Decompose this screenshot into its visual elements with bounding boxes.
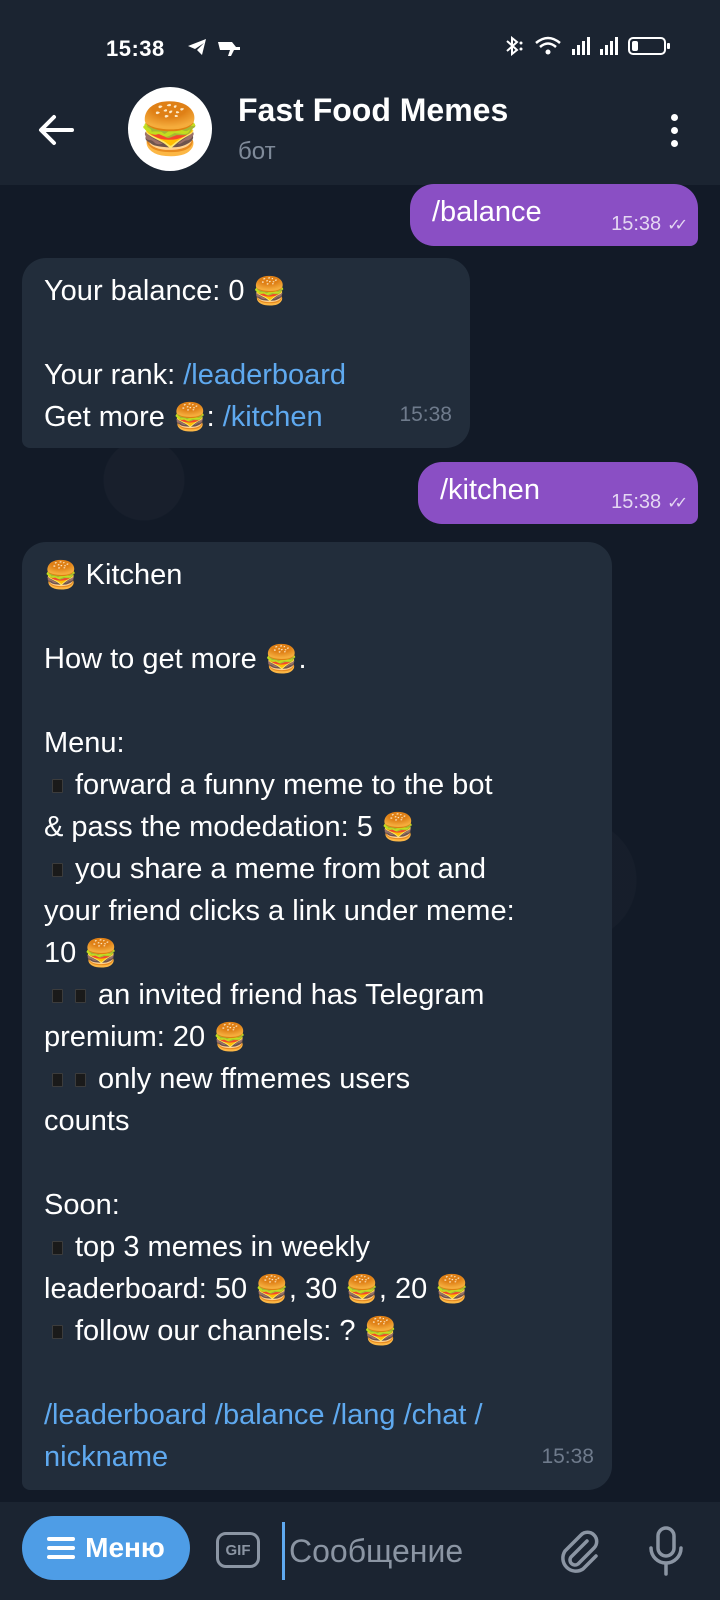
burger-avatar-icon: 🍔 bbox=[138, 100, 202, 157]
message-time: 15:38 bbox=[611, 213, 662, 235]
kitchen-link[interactable]: /kitchen bbox=[223, 401, 323, 433]
command-links[interactable]: /leaderboard /balance /lang /chat / bbox=[44, 1394, 515, 1436]
burger-icon: 🍔 bbox=[255, 1274, 289, 1304]
soon-item-cont: leaderboard: 50 🍔, 30 🍔, 20 🍔 bbox=[44, 1273, 469, 1305]
message-meta: 15:38 ✓✓ bbox=[611, 213, 688, 236]
leaderboard-link[interactable]: /leaderboard bbox=[183, 359, 346, 391]
avatar[interactable]: 🍔 bbox=[128, 87, 212, 171]
menu-item: you share a meme from bot and bbox=[44, 848, 515, 890]
hamburger-icon bbox=[47, 1537, 76, 1559]
menu-item: forward a funny meme to the bot bbox=[44, 764, 515, 806]
more-options-icon[interactable] bbox=[664, 106, 684, 154]
burger-icon: 🍔 bbox=[84, 938, 118, 968]
intro-line: How to get more 🍔. bbox=[44, 643, 307, 675]
rank-text: Your rank: bbox=[44, 359, 184, 391]
burger-icon: 🍔 bbox=[435, 1274, 469, 1304]
status-right-icons bbox=[502, 36, 670, 56]
microphone-icon[interactable] bbox=[646, 1524, 686, 1578]
double-check-icon: ✓✓ bbox=[667, 494, 688, 512]
signal-1-icon bbox=[572, 37, 590, 55]
chat-header: 🍔 Fast Food Memes бот bbox=[0, 80, 720, 185]
rank-line: Your rank: /leaderboard bbox=[44, 354, 346, 396]
separator-text: : bbox=[206, 401, 223, 433]
menu-label: Menu: bbox=[44, 727, 125, 759]
outgoing-message[interactable]: /kitchen 15:38 ✓✓ bbox=[418, 462, 698, 524]
bluetooth-icon bbox=[506, 36, 523, 56]
bullet-icon bbox=[75, 989, 86, 1004]
wifi-icon bbox=[535, 36, 561, 55]
message-meta: 15:38 ✓✓ bbox=[611, 491, 688, 514]
kitchen-title: 🍔 Kitchen bbox=[44, 559, 183, 591]
burger-icon: 🍔 bbox=[380, 812, 415, 842]
outgoing-message[interactable]: /balance 15:38 ✓✓ bbox=[410, 184, 698, 246]
menu-item-cont: counts bbox=[44, 1105, 130, 1137]
burger-icon: 🍔 bbox=[345, 1274, 379, 1304]
notification-icons bbox=[186, 36, 246, 64]
bullet-icon bbox=[52, 989, 63, 1004]
soon-item: top 3 memes in weekly bbox=[44, 1226, 515, 1268]
status-time: 15:38 bbox=[106, 36, 165, 61]
message-text: /balance bbox=[432, 196, 542, 228]
message-input[interactable] bbox=[282, 1522, 531, 1580]
get-more-line: Get more 🍔: /kitchen bbox=[44, 396, 346, 438]
status-bar: 15:38 bbox=[0, 0, 720, 80]
telegram-icon bbox=[188, 39, 240, 56]
bullet-icon bbox=[52, 1073, 63, 1088]
gif-icon[interactable]: GIF bbox=[216, 1532, 260, 1568]
bullet-icon bbox=[52, 1325, 63, 1340]
burger-icon: 🍔 bbox=[172, 402, 207, 432]
battery-icon bbox=[628, 37, 670, 55]
balance-text: Your balance: 0 bbox=[44, 275, 253, 307]
menu-button[interactable]: Меню bbox=[22, 1516, 190, 1580]
soon-item: follow our channels: ? 🍔 bbox=[44, 1310, 515, 1352]
menu-item-cont: & pass the modedation: 5 🍔 bbox=[44, 811, 415, 843]
menu-item-cont: 10 🍔 bbox=[44, 937, 118, 969]
menu-item: only new ffmemes users bbox=[44, 1058, 515, 1100]
message-time: 15:38 bbox=[399, 403, 452, 426]
message-time: 15:38 bbox=[611, 491, 662, 513]
menu-item-cont: your friend clicks a link under meme: bbox=[44, 895, 515, 927]
incoming-message[interactable]: 🍔 Kitchen How to get more 🍔. Menu: forwa… bbox=[22, 542, 612, 1490]
menu-item: an invited friend has Telegram bbox=[44, 974, 515, 1016]
menu-item-cont: premium: 20 🍔 bbox=[44, 1021, 247, 1053]
command-links[interactable]: nickname bbox=[44, 1436, 515, 1478]
menu-button-label: Меню bbox=[85, 1532, 165, 1563]
paperclip-icon[interactable] bbox=[554, 1526, 604, 1576]
soon-label: Soon: bbox=[44, 1189, 120, 1221]
burger-icon: 🍔 bbox=[252, 276, 287, 306]
burger-icon: 🍔 bbox=[44, 560, 78, 590]
get-more-text: Get more bbox=[44, 401, 173, 433]
message-text: /kitchen bbox=[440, 474, 540, 506]
signal-2-icon bbox=[600, 37, 618, 55]
incoming-message[interactable]: Your balance: 0 🍔 Your rank: /leaderboar… bbox=[22, 258, 470, 448]
burger-icon: 🍔 bbox=[213, 1022, 247, 1052]
bullet-icon bbox=[52, 1241, 63, 1256]
burger-icon: 🍔 bbox=[264, 644, 299, 674]
bullet-icon bbox=[75, 1073, 86, 1088]
chat-title[interactable]: Fast Food Memes bbox=[238, 92, 508, 129]
double-check-icon: ✓✓ bbox=[667, 216, 688, 234]
back-arrow-icon[interactable] bbox=[32, 106, 80, 154]
balance-line: Your balance: 0 🍔 bbox=[44, 270, 346, 312]
message-time: 15:38 bbox=[541, 1445, 594, 1468]
message-composer: Меню GIF bbox=[0, 1502, 720, 1600]
bullet-icon bbox=[52, 779, 63, 794]
burger-icon: 🍔 bbox=[363, 1316, 398, 1346]
bullet-icon bbox=[52, 863, 63, 878]
chat-subtitle: бот bbox=[238, 138, 276, 165]
